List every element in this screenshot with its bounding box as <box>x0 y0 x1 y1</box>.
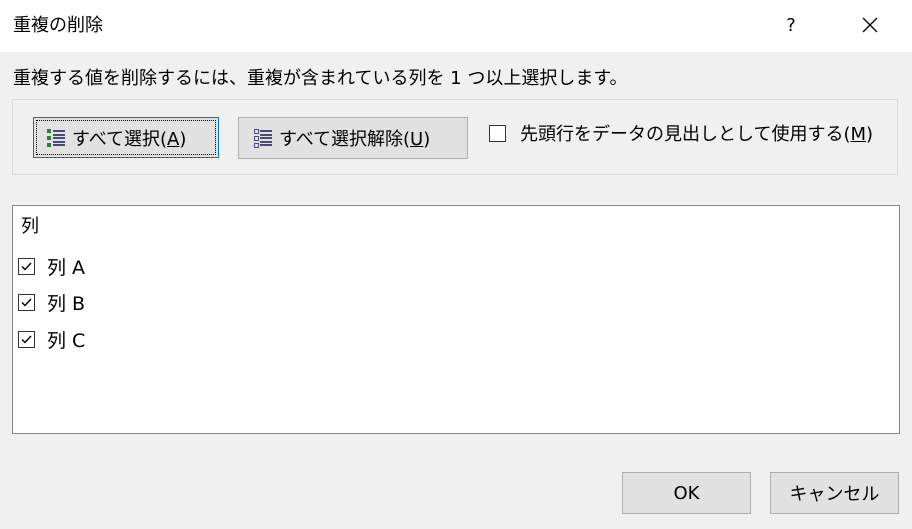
list-item[interactable]: 列 C <box>18 327 86 352</box>
close-icon <box>862 17 878 33</box>
deselect-all-list-icon <box>254 129 272 148</box>
title-bar: 重複の削除 ? <box>0 0 912 52</box>
check-icon <box>21 335 32 344</box>
column-checkbox[interactable] <box>18 257 35 275</box>
header-row-option[interactable]: 先頭行をデータの見出しとして使用する(M) <box>489 121 873 145</box>
column-label: 列 B <box>47 292 86 315</box>
column-list[interactable] <box>12 205 900 434</box>
column-checkbox[interactable] <box>18 330 35 348</box>
column-label: 列 A <box>47 256 86 279</box>
header-row-checkbox[interactable] <box>489 124 506 142</box>
cancel-button[interactable]: キャンセル <box>770 472 899 514</box>
select-all-button[interactable]: すべて選択(A) <box>33 117 219 158</box>
check-icon <box>21 262 32 271</box>
header-row-label: 先頭行をデータの見出しとして使用する(M) <box>520 124 874 145</box>
column-checkbox[interactable] <box>18 293 35 311</box>
list-item[interactable]: 列 A <box>18 254 86 279</box>
ok-button[interactable]: OK <box>622 472 751 514</box>
deselect-all-label: すべて選択解除(U) <box>279 129 431 150</box>
instruction-text: 重複する値を削除するには、重複が含まれている列を 1 つ以上選択します。 <box>13 68 628 89</box>
deselect-all-button[interactable]: すべて選択解除(U) <box>238 117 468 159</box>
select-all-list-icon <box>47 128 65 147</box>
check-icon <box>21 298 32 307</box>
list-item[interactable]: 列 B <box>18 290 86 315</box>
column-label: 列 C <box>47 329 86 352</box>
column-list-header: 列 <box>21 216 39 237</box>
help-button[interactable]: ? <box>776 12 806 40</box>
dialog-title: 重複の削除 <box>13 15 103 36</box>
select-all-label: すべて選択(A) <box>72 128 187 150</box>
close-button[interactable] <box>852 10 888 42</box>
